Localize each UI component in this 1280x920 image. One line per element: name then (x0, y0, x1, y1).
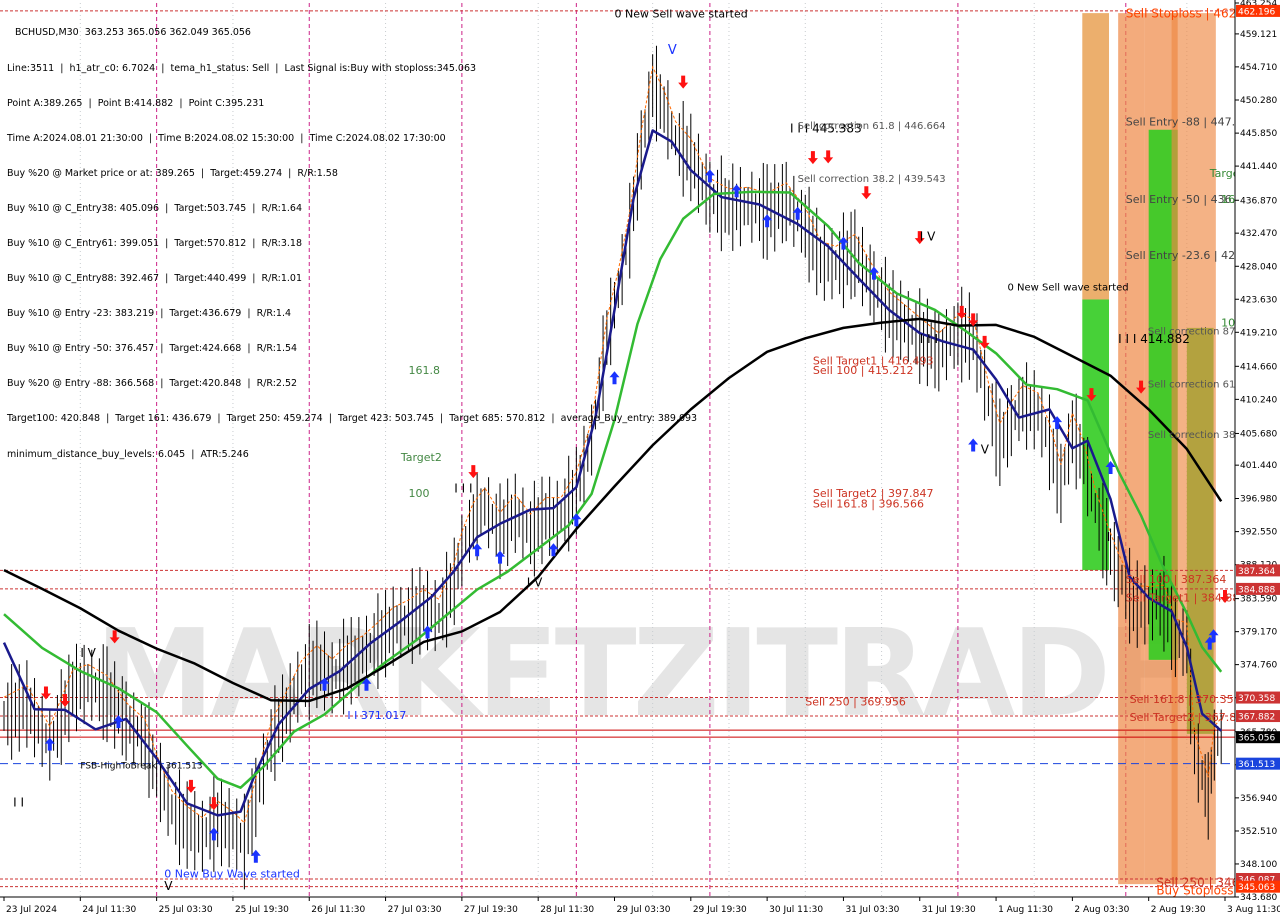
chart-annotation: Sell 100 | 415.212 (813, 364, 914, 377)
price-tag-label: 367.882 (1238, 713, 1275, 723)
price-tag-label: 370.358 (1238, 694, 1275, 704)
chart-annotation: Sell 161.8 | 396.566 (813, 497, 924, 510)
chart-annotation: Sell 161.8 | 370.358 (1130, 693, 1241, 706)
time-tick-label: 25 Jul 19:30 (235, 905, 289, 915)
time-tick-label: 1 Aug 11:30 (998, 905, 1053, 915)
time-tick-label: 26 Jul 11:30 (311, 905, 365, 915)
time-tick-label: 3 Aug 11:30 (1227, 905, 1280, 915)
info-line: Buy %10 @ Entry -50: 376.457 | Target:42… (7, 343, 298, 355)
chart-annotation: V (981, 442, 990, 456)
time-tick-label: 23 Jul 2024 (6, 905, 57, 915)
price-tag-label: 345.063 (1238, 883, 1275, 893)
chart-annotation: Sell Target2 | 367.882 (1130, 711, 1251, 724)
price-tick-label: 410.240 (1240, 395, 1277, 405)
chart-annotation: I (1107, 530, 1111, 544)
indicator-info-panel: BCHUSD,M30 363.253 365.056 362.049 365.0… (7, 4, 697, 472)
chart-annotation: Sell Target1 | 384.888 (1126, 592, 1247, 605)
price-tick-label: 450.280 (1240, 96, 1277, 106)
price-tick-label: 352.510 (1240, 827, 1277, 837)
price-tick-label: 445.850 (1240, 129, 1277, 139)
zone-box (1082, 13, 1110, 300)
chart-annotation: V (164, 879, 173, 893)
price-tick-label: 432.470 (1240, 229, 1277, 239)
chart-annotation: FSB-HighToBreak | 361.513 (80, 761, 202, 771)
price-tick-label: 383.590 (1240, 595, 1277, 605)
price-tick-label: 396.980 (1240, 495, 1277, 505)
zone-box (1118, 13, 1145, 885)
zone-box (1082, 299, 1110, 571)
price-tick-label: 356.940 (1240, 794, 1277, 804)
chart-annotation: I V (527, 576, 543, 590)
chart-annotation: Sell correction 38.2 | 439.543 (798, 174, 946, 185)
time-tick-label: 24 Jul 11:30 (82, 905, 136, 915)
info-line: Point A:389.265 | Point B:414.882 | Poin… (7, 97, 265, 109)
price-tick-label: 343.680 (1240, 893, 1277, 903)
price-tick-label: 459.121 (1240, 30, 1277, 40)
chart-annotation: I I I (920, 332, 938, 346)
chart-annotation: I I (13, 795, 24, 809)
time-tick-label: 27 Jul 19:30 (464, 905, 518, 915)
price-tick-label: 436.870 (1240, 196, 1277, 206)
info-line: Buy %20 @ Market price or at: 389.265 | … (7, 167, 338, 179)
chart-annotation: I I I (454, 481, 472, 495)
price-tag-label: 462.196 (1238, 7, 1275, 17)
info-line: Buy %20 @ Entry -88: 366.568 | Target:42… (7, 378, 298, 390)
time-tick-label: 2 Aug 19:30 (1151, 905, 1206, 915)
info-line: Buy %10 @ Entry -23: 383.219 | Target:43… (7, 308, 292, 320)
info-line: minimum_distance_buy_levels: 6.045 | ATR… (7, 448, 249, 460)
chart-annotation: 100 (408, 487, 429, 500)
time-tick-label: 30 Jul 11:30 (769, 905, 823, 915)
time-tick-label: 28 Jul 11:30 (540, 905, 594, 915)
chart-annotation: I V (920, 229, 936, 243)
chart-window: { "symbol_line": "BCHUSD,M30 363.253 365… (0, 0, 1280, 920)
time-tick-label: 31 Jul 19:30 (922, 905, 976, 915)
price-tick-label: 392.550 (1240, 528, 1277, 538)
price-tick-label: 401.440 (1240, 461, 1277, 471)
chart-annotation: Sell 100 | 387.364 (1126, 573, 1227, 586)
price-tag-label: 365.056 (1238, 734, 1275, 744)
info-line: Buy %10 @ C_Entry61: 399.051 | Target:57… (7, 237, 302, 249)
chart-annotation: Sell 250 | 369.956 (805, 695, 906, 708)
time-tick-label: 29 Jul 19:30 (693, 905, 747, 915)
info-line: Target100: 420.848 | Target 161: 436.679… (7, 413, 698, 425)
chart-annotation: I I 371.017 (347, 709, 406, 722)
chart-annotation: I V (80, 646, 96, 660)
zone-box (1171, 13, 1216, 885)
chart-annotation: Sell correction 61.8 | 446.664 (798, 121, 946, 132)
time-tick-label: 2 Aug 03:30 (1074, 905, 1129, 915)
price-tick-label: 405.680 (1240, 429, 1277, 439)
price-tick-label: 428.040 (1240, 262, 1277, 272)
price-tick-label: 454.710 (1240, 63, 1277, 73)
price-tag-label: 387.364 (1238, 567, 1275, 577)
chart-annotation: 0 New Sell wave started (1008, 283, 1129, 294)
time-tick-label: 27 Jul 03:30 (388, 905, 442, 915)
time-tick-label: 25 Jul 03:30 (159, 905, 213, 915)
time-tick-label: 31 Jul 03:30 (845, 905, 899, 915)
price-tick-label: 374.760 (1240, 661, 1277, 671)
chart-annotation: I I I 414.882 (1118, 332, 1190, 346)
price-tick-label: 414.660 (1240, 362, 1277, 372)
price-tick-label: 348.100 (1240, 860, 1277, 870)
chart-annotation: 0 New Buy Wave started (164, 867, 300, 880)
price-tag-label: 361.513 (1238, 760, 1275, 770)
price-tick-label: 441.440 (1240, 162, 1277, 172)
price-tick-label: 379.170 (1240, 628, 1277, 638)
symbol-line: BCHUSD,M30 363.253 365.056 362.049 365.0… (15, 27, 251, 39)
price-tick-label: 419.210 (1240, 328, 1277, 338)
info-line: Line:3511 | h1_atr_c0: 6.7024 | tema_h1_… (7, 62, 477, 74)
info-line: Buy %10 @ C_Entry38: 405.096 | Target:50… (7, 202, 302, 214)
info-line: Buy %10 @ C_Entry88: 392.467 | Target:44… (7, 273, 302, 285)
price-tag-label: 384.888 (1238, 585, 1275, 595)
info-line: Time A:2024.08.01 21:30:00 | Time B:2024… (7, 132, 446, 144)
watermark: MARKETZITRADE (95, 605, 1185, 744)
time-tick-label: 29 Jul 03:30 (617, 905, 671, 915)
price-tick-label: 423.630 (1240, 295, 1277, 305)
